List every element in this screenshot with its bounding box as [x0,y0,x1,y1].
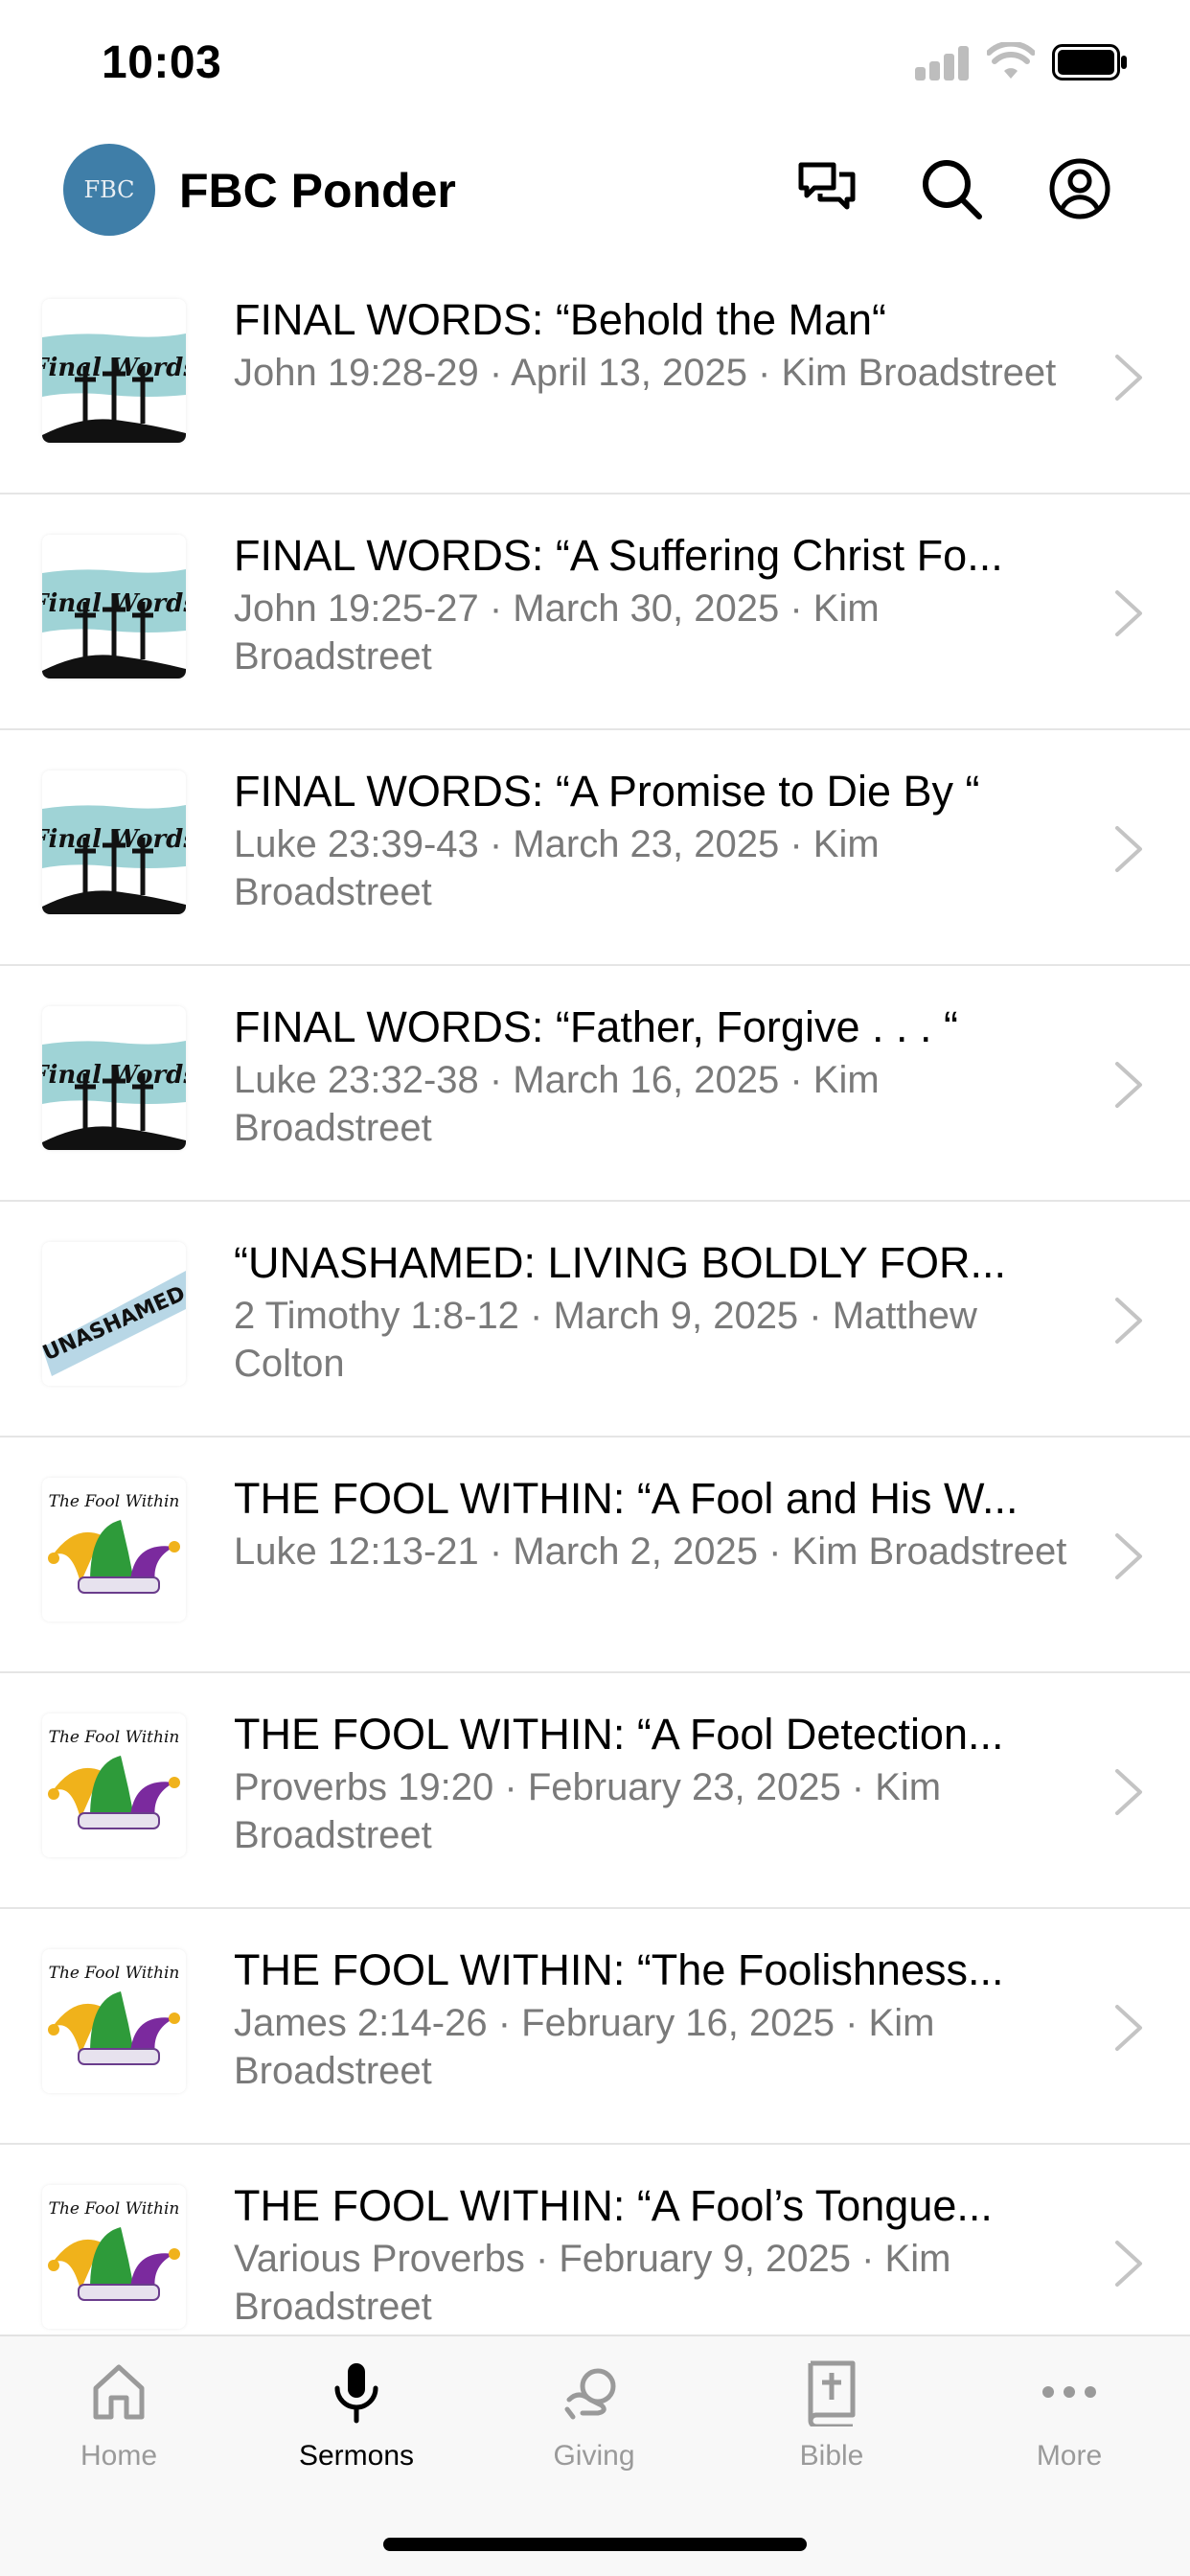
sermon-title: FINAL WORDS: “Behold the Man“ [234,295,887,344]
sermon-meta: Luke 23:39-43 · March 23, 2025 · Kim Bro… [234,823,880,913]
final-words-art-icon: Final Words [42,299,186,443]
tab-label: More [1036,2440,1103,2472]
home-indicator[interactable] [383,2538,807,2551]
chevron-right-icon [1115,1533,1142,1579]
sermon-row[interactable]: Final Words FINAL WORDS: “Father, Forgiv… [0,966,1190,1202]
sermon-title: THE FOOL WITHIN: “The Foolishness... [234,1945,1004,1994]
chevron-right-icon [1115,2241,1142,2287]
sermon-thumbnail: The Fool Within [42,1714,186,1857]
home-icon [93,2364,145,2420]
status-bar: 10:03 [0,0,1190,129]
sermons-screen: 10:03 FBC FBC Ponder inal Word FINAL WOR… [0,0,1190,2576]
chevron-right-icon [1115,826,1142,872]
microphone-icon [334,2363,378,2424]
chevron-right-icon [1115,2005,1142,2051]
jester-hat-icon: The Fool Within [42,2185,186,2329]
sermon-thumbnail: Final Words [42,299,186,443]
sermon-meta: Various Proverbs · February 9, 2025 · Ki… [234,2238,951,2328]
unashamed-art-icon: UNASHAMED [42,1242,186,1386]
sermon-row[interactable]: UNASHAMED “UNASHAMED: LIVING BOLDLY FOR.… [0,1202,1190,1438]
sermon-meta: 2 Timothy 1:8-12 · March 9, 2025 · Matth… [234,1295,977,1385]
tab-bible[interactable]: Bible [736,2358,927,2501]
chevron-right-icon [1115,1298,1142,1344]
svg-text:The Fool Within: The Fool Within [49,1964,180,1983]
sermon-row[interactable]: The Fool Within THE FOOL WITHIN: “A Fool… [0,1438,1190,1673]
bible-icon [808,2360,856,2426]
sermon-meta: Proverbs 19:20 · February 23, 2025 · Kim… [234,1766,942,1856]
tab-giving[interactable]: Giving [498,2358,690,2501]
sermon-row[interactable]: The Fool Within THE FOOL WITHIN: “A Fool… [0,1673,1190,1909]
sermon-row[interactable]: Final Words FINAL WORDS: “A Suffering Ch… [0,494,1190,730]
chevron-right-icon [1115,1769,1142,1815]
wifi-icon [987,42,1035,79]
giving-icon [564,2368,616,2420]
sermon-meta: James 2:14-26 · February 16, 2025 · Kim … [234,2002,935,2092]
sermon-title: FINAL WORDS: “A Suffering Christ Fo... [234,531,1003,580]
final-words-art-icon: Final Words [42,770,186,914]
tab-label: Bible [799,2440,864,2472]
status-time: 10:03 [102,37,222,88]
sermon-title: THE FOOL WITHIN: “A Fool’s Tongue... [234,2181,993,2230]
sermon-thumbnail: The Fool Within [42,1478,186,1622]
sermon-thumbnail: The Fool Within [42,1949,186,2093]
chevron-right-icon [1115,355,1142,401]
sermon-title: THE FOOL WITHIN: “A Fool Detection... [234,1710,1004,1759]
sermon-meta: Luke 12:13-21 · March 2, 2025 · Kim Broa… [234,1530,1067,1573]
sermon-meta: John 19:28-29 · April 13, 2025 · Kim Bro… [234,352,1057,394]
tab-sermons[interactable]: Sermons [261,2358,452,2501]
sermon-title: THE FOOL WITHIN: “A Fool and His W... [234,1474,1018,1523]
sermon-row[interactable]: Final Words FINAL WORDS: “Behold the Man… [0,259,1190,494]
chat-icon[interactable] [793,155,860,222]
sermon-title: FINAL WORDS: “A Promise to Die By “ [234,767,980,816]
chevron-right-icon [1115,1062,1142,1108]
jester-hat-icon: The Fool Within [42,1949,186,2093]
sermon-thumbnail: Final Words [42,535,186,678]
svg-text:The Fool Within: The Fool Within [49,2199,180,2219]
tab-label: Sermons [298,2440,415,2472]
church-logo[interactable]: FBC [63,144,155,236]
sermon-row[interactable]: The Fool Within THE FOOL WITHIN: “A Fool… [0,2145,1190,2334]
tab-more[interactable]: More [973,2358,1165,2501]
sermon-row[interactable]: The Fool Within THE FOOL WITHIN: “The Fo… [0,1909,1190,2145]
sermon-title: “UNASHAMED: LIVING BOLDLY FOR... [234,1238,1007,1287]
sermon-row[interactable]: Final Words FINAL WORDS: “A Promise to D… [0,730,1190,966]
sermon-list: Final Words FINAL WORDS: “Behold the Man… [0,259,1190,2334]
sermon-thumbnail: UNASHAMED [42,1242,186,1386]
search-icon[interactable] [918,155,985,222]
tab-home[interactable]: Home [23,2358,215,2501]
svg-text:The Fool Within: The Fool Within [49,1728,180,1747]
more-icon [1042,2386,1096,2398]
chevron-right-icon [1115,590,1142,636]
cellular-signal-icon [915,46,971,80]
sermon-title: FINAL WORDS: “Father, Forgive . . . “ [234,1002,958,1051]
tab-label: Giving [553,2440,635,2472]
sermon-thumbnail: Final Words [42,1006,186,1150]
account-icon[interactable] [1046,155,1113,222]
svg-text:The Fool Within: The Fool Within [49,1492,180,1511]
sermon-meta: John 19:25-27 · March 30, 2025 · Kim Bro… [234,587,880,678]
church-logo-text: FBC [83,176,135,203]
sermon-thumbnail: The Fool Within [42,2185,186,2329]
app-header: FBC FBC Ponder [0,134,1190,249]
church-name: FBC Ponder [179,164,456,218]
sermon-thumbnail: Final Words [42,770,186,914]
final-words-art-icon: Final Words [42,1006,186,1150]
final-words-art-icon: Final Words [42,535,186,678]
battery-icon [1052,44,1127,80]
jester-hat-icon: The Fool Within [42,1478,186,1622]
tab-label: Home [80,2440,158,2472]
jester-hat-icon: The Fool Within [42,1714,186,1857]
sermon-meta: Luke 23:32-38 · March 16, 2025 · Kim Bro… [234,1059,880,1149]
